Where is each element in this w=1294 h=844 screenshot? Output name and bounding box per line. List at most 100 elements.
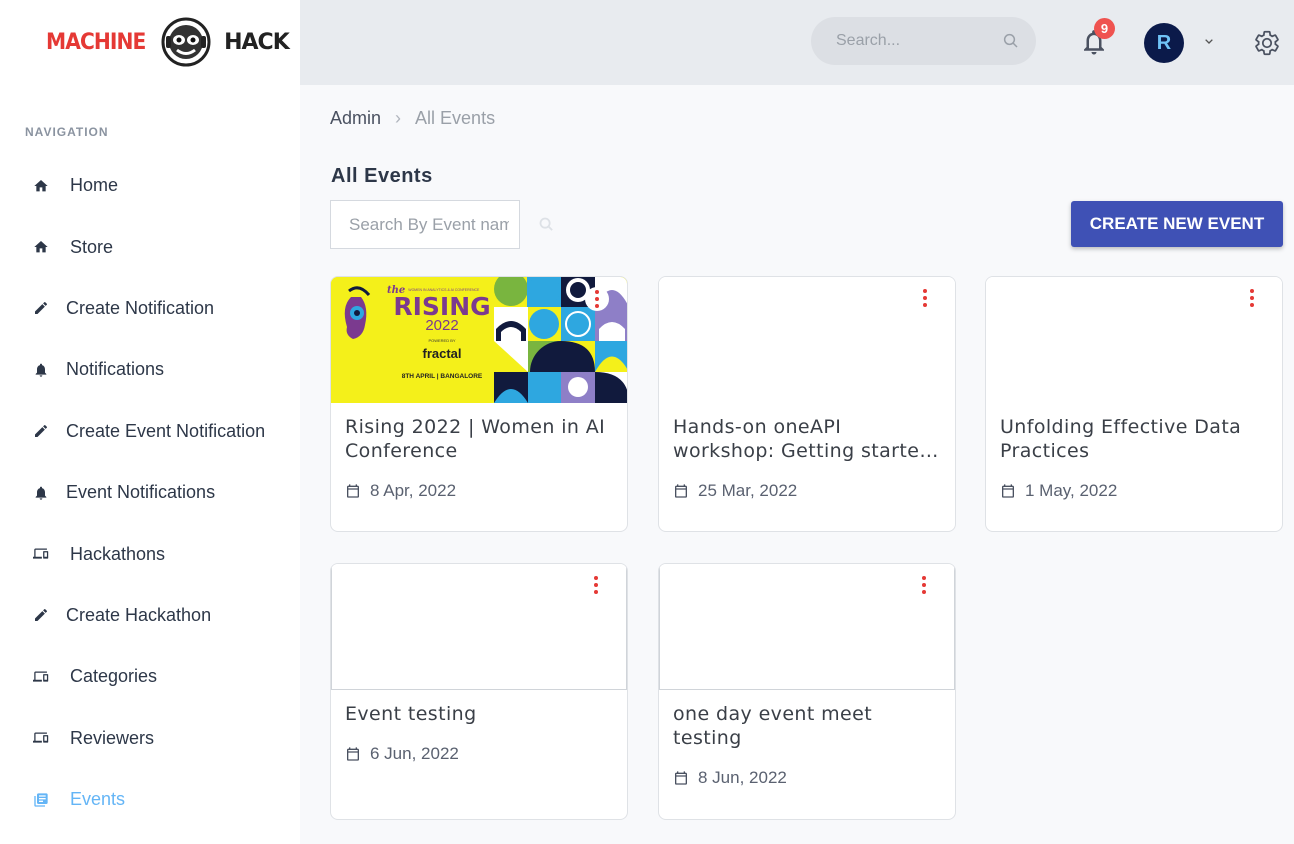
sidebar-item-reviewers[interactable]: Reviewers — [0, 708, 300, 769]
calendar-icon — [347, 747, 359, 761]
pencil-icon — [32, 299, 50, 317]
card-menu-icon[interactable] — [1248, 289, 1256, 311]
page-title: All Events — [331, 165, 433, 187]
event-card[interactable]: one day event meet testing 8 Jun, 2022 — [658, 563, 956, 820]
bell-icon — [32, 484, 50, 502]
search-icon[interactable] — [538, 216, 555, 233]
card-menu-icon[interactable] — [585, 287, 609, 311]
nav-heading: NAVIGATION — [25, 125, 109, 139]
gear-icon[interactable] — [1253, 29, 1281, 57]
breadcrumb-admin[interactable]: Admin — [330, 108, 381, 129]
event-banner-image: the WOMEN IN ANALYTICS & AI CONFERENCE R… — [331, 277, 627, 403]
event-date: 8 Jun, 2022 — [673, 768, 941, 788]
event-date: 25 Mar, 2022 — [673, 481, 941, 501]
breadcrumb: Admin › All Events — [330, 108, 495, 129]
sidebar-item-categories[interactable]: Categories — [0, 646, 300, 707]
sidebar-item-home[interactable]: Home — [0, 155, 300, 216]
chevron-right-icon: › — [395, 108, 402, 128]
event-title[interactable]: Rising 2022 | Women in AI — [345, 415, 613, 439]
card-menu-icon[interactable] — [921, 289, 929, 311]
event-date: 6 Jun, 2022 — [345, 744, 613, 764]
home-icon — [32, 238, 50, 256]
topbar: 9 R — [300, 0, 1294, 85]
sidebar-item-create-notification[interactable]: Create Notification — [0, 278, 300, 339]
sidebar-item-label: Create Event Notification — [66, 420, 266, 441]
sidebar-item-label: Create Hackathon — [66, 604, 212, 625]
sidebar-item-label: Home — [70, 175, 119, 196]
event-title-line2[interactable]: workshop: Getting started with... — [673, 439, 941, 463]
notification-count-badge: 9 — [1094, 18, 1115, 39]
pencil-icon — [32, 606, 50, 624]
event-date-text: 8 Jun, 2022 — [698, 768, 787, 787]
event-date: 1 May, 2022 — [1000, 481, 1268, 501]
sidebar-item-label: Categories — [70, 666, 158, 687]
event-title[interactable]: one day event meet — [673, 702, 941, 726]
sidebar-item-create-hackathon[interactable]: Create Hackathon — [0, 585, 300, 646]
event-date-text: 6 Jun, 2022 — [370, 744, 459, 763]
event-search-input[interactable] — [349, 214, 509, 235]
sidebar-item-notifications[interactable]: Notifications — [0, 339, 300, 400]
event-date: 8 Apr, 2022 — [345, 481, 613, 501]
banner-powered: POWERED BY — [428, 338, 456, 343]
nav-list: Home Store Create Notification Notificat… — [0, 155, 300, 830]
banner-sponsor: fractal — [422, 346, 462, 361]
breadcrumb-current: All Events — [415, 108, 496, 128]
event-title[interactable]: Event testing — [345, 702, 613, 726]
event-date-text: 25 Mar, 2022 — [698, 481, 798, 500]
banner-name: RISING — [393, 292, 491, 321]
calendar-icon — [347, 484, 359, 498]
chevron-down-icon[interactable] — [1201, 33, 1217, 49]
event-title-line2[interactable]: Practices — [1000, 439, 1268, 463]
sidebar-item-hackathons[interactable]: Hackathons — [0, 523, 300, 584]
event-card[interactable]: Hands-on oneAPI workshop: Getting starte… — [658, 276, 956, 532]
pencil-icon — [32, 422, 50, 440]
banner-footer: 8TH APRIL | BANGALORE — [401, 373, 483, 380]
event-title[interactable]: Hands-on oneAPI — [673, 415, 941, 439]
calendar-icon — [1002, 484, 1014, 498]
monitor-icon — [32, 545, 50, 563]
calendar-icon — [675, 771, 687, 785]
event-card[interactable]: Unfolding Effective Data Practices 1 May… — [985, 276, 1283, 532]
calendar-icon — [675, 484, 687, 498]
bell-icon — [32, 361, 50, 379]
sidebar-item-label: Hackathons — [70, 543, 166, 564]
monitor-icon — [32, 729, 50, 747]
event-card[interactable]: Event testing 6 Jun, 2022 — [330, 563, 628, 820]
search-icon[interactable] — [1002, 32, 1020, 50]
sidebar-item-store[interactable]: Store — [0, 216, 300, 277]
home-icon — [32, 177, 50, 195]
create-new-event-button[interactable]: CREATE NEW EVENT — [1071, 201, 1283, 247]
list-icon — [32, 791, 50, 809]
sidebar-item-label: Store — [70, 236, 114, 257]
monkey-astronaut-icon — [161, 17, 211, 67]
machinehack-logo[interactable]: MACHINE HACK — [46, 14, 290, 70]
sidebar-item-label: Notifications — [66, 359, 165, 380]
sidebar-item-label: Reviewers — [70, 727, 155, 748]
logo-word-right: HACK — [224, 29, 290, 55]
sidebar-item-label: Create Notification — [66, 297, 215, 318]
global-search[interactable] — [811, 17, 1036, 65]
logo-word-left: MACHINE — [46, 29, 146, 55]
event-search-box[interactable] — [330, 200, 520, 249]
global-search-input[interactable] — [836, 32, 986, 50]
rising-banner-text: the WOMEN IN ANALYTICS & AI CONFERENCE R… — [387, 285, 497, 380]
event-title-line2[interactable]: testing — [673, 726, 941, 750]
rising-banner: the WOMEN IN ANALYTICS & AI CONFERENCE R… — [331, 277, 627, 403]
event-date-text: 1 May, 2022 — [1025, 481, 1118, 500]
event-banner-image — [659, 564, 955, 690]
avatar[interactable]: R — [1144, 23, 1184, 63]
sidebar-item-event-notifications[interactable]: Event Notifications — [0, 462, 300, 523]
card-menu-icon[interactable] — [592, 576, 600, 598]
event-banner-image — [986, 277, 1282, 403]
event-card[interactable]: the WOMEN IN ANALYTICS & AI CONFERENCE R… — [330, 276, 628, 532]
sidebar-item-label: Events — [70, 789, 126, 810]
event-title[interactable]: Unfolding Effective Data — [1000, 415, 1268, 439]
monitor-icon — [32, 668, 50, 686]
event-date-text: 8 Apr, 2022 — [370, 481, 457, 500]
card-menu-icon[interactable] — [920, 576, 928, 598]
sidebar-item-events[interactable]: Events — [0, 769, 300, 830]
sidebar-item-create-event-notification[interactable]: Create Event Notification — [0, 401, 300, 462]
sidebar: MACHINE HACK NAVIGATION Home Store Creat… — [0, 0, 300, 844]
event-title-line2[interactable]: Conference — [345, 439, 613, 463]
sidebar-item-label: Event Notifications — [66, 482, 216, 503]
